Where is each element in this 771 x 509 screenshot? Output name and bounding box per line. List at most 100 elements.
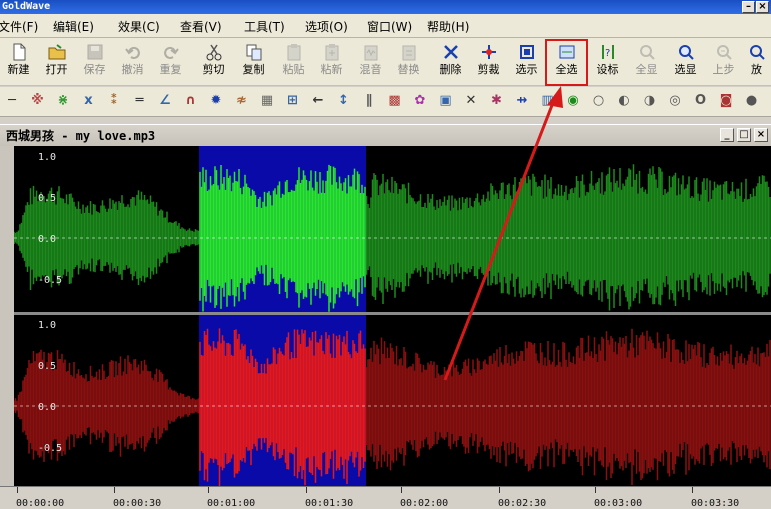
- time-label-2: 00:01:00: [207, 498, 256, 509]
- doc-minimize-button[interactable]: _: [720, 128, 734, 142]
- mix-button[interactable]: 混音: [352, 40, 389, 84]
- menu-options[interactable]: 选项(O): [305, 18, 348, 35]
- document-title-bar: 西城男孩 - my love.mp3 _ □ ×: [0, 124, 771, 146]
- new-button[interactable]: 新建: [0, 40, 37, 84]
- effect-15-icon[interactable]: ▣: [436, 91, 456, 111]
- redo-button[interactable]: 重复: [152, 40, 189, 84]
- zoom-selection-button[interactable]: 选显: [667, 40, 704, 84]
- effect-14-icon[interactable]: ✿: [410, 91, 430, 111]
- app-title-bar: GoldWave – ×: [0, 0, 771, 14]
- select-view-button[interactable]: 选示: [508, 40, 545, 84]
- bottom-channel-waveform: [14, 328, 771, 486]
- undo-button[interactable]: 撤消: [114, 40, 151, 84]
- undo-icon: [124, 46, 140, 59]
- new-label: 新建: [7, 63, 30, 76]
- effect-1-icon[interactable]: ※: [28, 91, 48, 111]
- effect-19-icon[interactable]: ▥: [538, 91, 558, 111]
- replace-button[interactable]: 替换: [390, 40, 427, 84]
- bottom-y-label-4: -0.5: [38, 443, 63, 454]
- show-all-button[interactable]: 全显: [628, 40, 665, 84]
- document-title: 西城男孩 - my love.mp3: [6, 129, 156, 143]
- paste-new-button[interactable]: 粘新: [313, 40, 350, 84]
- effect-3-icon[interactable]: ⅹ: [79, 91, 99, 111]
- time-ruler: 00:00:00 00:00:30 00:01:00 00:01:30 00:0…: [0, 486, 771, 509]
- waveform-display[interactable]: 1.0 0.5 0.0 -0.5 1.0 0.5 0.0 -0.5: [14, 146, 771, 486]
- menu-tools[interactable]: 工具(T): [244, 18, 285, 35]
- open-button[interactable]: 打开: [38, 40, 75, 84]
- menu-edit[interactable]: 编辑(E): [53, 18, 94, 35]
- menu-window[interactable]: 窗口(W): [367, 18, 412, 35]
- effect-7-icon[interactable]: ∩: [181, 91, 201, 111]
- delete-label: 删除: [439, 63, 462, 76]
- effect-11-icon[interactable]: ⊞: [283, 91, 303, 111]
- paste-icon: [287, 44, 300, 61]
- set-marker-label: 设标: [596, 63, 619, 76]
- trim-button[interactable]: 剪裁: [470, 40, 507, 84]
- paste-button[interactable]: 粘贴: [275, 40, 312, 84]
- effect-6-icon[interactable]: ∠: [155, 91, 175, 111]
- effect-22-icon[interactable]: ◐: [614, 91, 634, 111]
- up-down-arrow-icon[interactable]: ↕: [334, 91, 354, 111]
- menu-file[interactable]: 文件(F): [0, 18, 38, 35]
- main-toolbar: 新建 打开 保存 撤消 重复 剪切 复制 粘贴 粘新 混音 替换 删除 剪裁 选…: [0, 38, 771, 86]
- effect-2-icon[interactable]: ⋇: [53, 91, 73, 111]
- app-title: GoldWave: [2, 1, 51, 12]
- save-button[interactable]: 保存: [76, 40, 113, 84]
- effect-8-icon[interactable]: ✹: [206, 91, 226, 111]
- save-icon: [87, 44, 102, 60]
- effect-27-icon[interactable]: ●: [742, 91, 762, 111]
- set-marker-button[interactable]: ? 设标: [589, 40, 626, 84]
- top-y-label-2: 0.5: [38, 193, 57, 204]
- effect-9-icon[interactable]: ≉: [232, 91, 252, 111]
- close-window-button[interactable]: ×: [756, 1, 769, 13]
- mix-icon: [364, 45, 377, 61]
- delete-button[interactable]: 删除: [432, 40, 469, 84]
- zoom-previous-icon: [716, 45, 732, 60]
- effect-13-icon[interactable]: ▩: [385, 91, 405, 111]
- effect-12-icon[interactable]: ∥: [359, 91, 379, 111]
- doc-close-button[interactable]: ×: [754, 128, 768, 142]
- undo-label: 撤消: [121, 63, 144, 76]
- minimize-button[interactable]: –: [742, 1, 755, 13]
- effects-toolbar: ─ ※ ⋇ ⅹ ⁑ ═ ∠ ∩ ✹ ≉ ▦ ⊞ ← ↕ ∥ ▩ ✿ ▣ ✕ ✱ ⇸ ▥ ◉ ○ ◐ ◑ ◎ Ο ◙ ●: [0, 87, 771, 117]
- effect-23-icon[interactable]: ◑: [640, 91, 660, 111]
- open-label: 打开: [45, 63, 68, 76]
- effect-21-icon[interactable]: ○: [589, 91, 609, 111]
- effect-20-icon[interactable]: ◉: [563, 91, 583, 111]
- copy-button[interactable]: 复制: [235, 40, 272, 84]
- line-icon[interactable]: ─: [2, 91, 22, 111]
- bottom-y-label-1: 1.0: [38, 320, 57, 331]
- zoom-in-button[interactable]: 放: [742, 40, 771, 84]
- zoom-in-icon: [749, 45, 765, 60]
- cut-button[interactable]: 剪切: [195, 40, 232, 84]
- menu-effects[interactable]: 效果(C): [118, 18, 160, 35]
- replace-label: 替换: [397, 63, 420, 76]
- waveform-canvas[interactable]: [14, 146, 771, 486]
- paste-new-icon: [325, 44, 338, 61]
- effect-25-icon[interactable]: Ο: [691, 91, 711, 111]
- top-y-label-1: 1.0: [38, 152, 57, 163]
- top-y-label-4: -0.5: [38, 275, 63, 286]
- effect-26-icon[interactable]: ◙: [716, 91, 736, 111]
- doc-maximize-button[interactable]: □: [737, 128, 751, 142]
- time-label-4: 00:02:00: [400, 498, 449, 509]
- effect-17-icon[interactable]: ✱: [487, 91, 507, 111]
- waveform-left-gutter: [0, 146, 14, 486]
- menu-help[interactable]: 帮助(H): [427, 18, 469, 35]
- menu-view[interactable]: 查看(V): [180, 18, 222, 35]
- effect-10-icon[interactable]: ▦: [257, 91, 277, 111]
- mix-label: 混音: [359, 63, 382, 76]
- open-folder-icon: [48, 44, 65, 60]
- time-label-5: 00:02:30: [498, 498, 547, 509]
- time-label-1: 00:00:30: [113, 498, 162, 509]
- copy-label: 复制: [242, 63, 265, 76]
- effect-4-icon[interactable]: ⁑: [104, 91, 124, 111]
- zoom-previous-button[interactable]: 上步: [705, 40, 742, 84]
- select-view-icon: [519, 45, 534, 59]
- effect-18-icon[interactable]: ⇸: [512, 91, 532, 111]
- zoom-selection-icon: [678, 45, 694, 60]
- effect-16-icon[interactable]: ✕: [461, 91, 481, 111]
- effect-5-icon[interactable]: ═: [130, 91, 150, 111]
- left-arrow-icon[interactable]: ←: [308, 91, 328, 111]
- effect-24-icon[interactable]: ◎: [665, 91, 685, 111]
